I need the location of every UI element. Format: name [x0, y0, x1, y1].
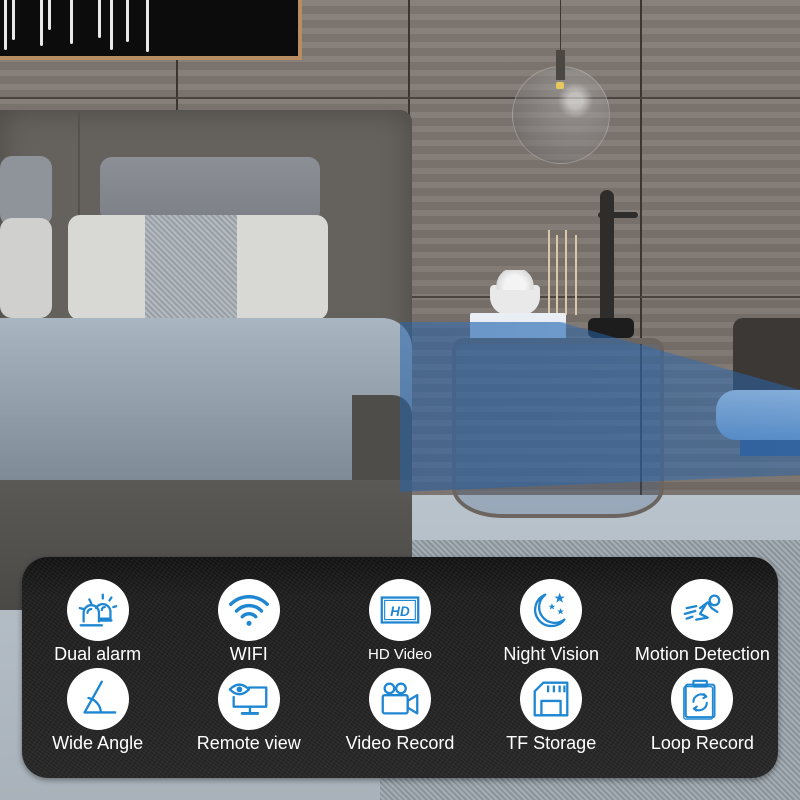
feature-loop-record: Loop Record [627, 667, 778, 779]
hd-icon-text: HD [390, 604, 410, 619]
feature-dual-alarm: Dual alarm [22, 557, 173, 668]
feature-label: Remote view [196, 732, 301, 753]
feature-icon-circle [368, 667, 431, 730]
feature-icon-circle [671, 579, 734, 641]
mattress [0, 318, 412, 488]
pendant-lamp-globe [512, 66, 610, 164]
pillow [0, 156, 52, 226]
hd-video-icon: HD [380, 596, 420, 624]
feature-label: Night Vision [503, 644, 600, 664]
feature-label: Video Record [345, 732, 455, 753]
succulent-plant [494, 270, 536, 290]
feature-wifi: WIFI [173, 557, 324, 668]
video-record-camera-icon [381, 682, 419, 715]
feature-icon-circle [520, 667, 583, 730]
diffuser-reed [556, 235, 558, 315]
feature-label: Dual alarm [54, 644, 142, 664]
pillow [100, 157, 320, 223]
night-vision-moon-icon [534, 592, 566, 628]
feature-label: WIFI [229, 644, 268, 664]
feature-remote-view: Remote view [173, 667, 324, 779]
feature-icon-circle [66, 667, 129, 730]
feature-label: TF Storage [506, 732, 597, 753]
feature-label: Wide Angle [52, 732, 144, 753]
feature-label: Motion Detection [634, 644, 770, 664]
feature-icon-circle [217, 579, 280, 641]
feature-video-record: Video Record [324, 667, 475, 779]
loop-record-clipboard-icon [683, 679, 716, 720]
wide-angle-icon [83, 680, 116, 714]
diffuser-reed [548, 230, 550, 315]
feature-label: HD Video [368, 646, 432, 663]
dual-alarm-siren-icon [78, 593, 117, 627]
feature-wide-angle: Wide Angle [22, 667, 173, 779]
feature-label: Loop Record [650, 732, 754, 753]
motion-detection-runner-icon [683, 594, 721, 621]
feature-icon-circle [217, 667, 280, 730]
wifi-icon [228, 595, 269, 626]
feature-icon-circle [671, 667, 734, 730]
feature-night-vision: Night Vision [476, 557, 627, 668]
feature-tf-storage: TF Storage [476, 667, 627, 779]
figurine [600, 190, 614, 330]
pendant-lamp-cord [560, 0, 561, 52]
diffuser-reed [565, 230, 567, 315]
feature-icon-circle [520, 579, 583, 641]
remote-view-monitor-eye-icon [228, 682, 268, 715]
wall-painting [0, 0, 302, 60]
pillow-pattern-band [145, 215, 237, 320]
feature-icon-circle: HD [368, 579, 431, 641]
wall-seam [0, 97, 800, 99]
diffuser-reed [575, 235, 577, 315]
feature-motion-detection: Motion Detection [627, 557, 778, 668]
feature-grid: Dual alarm WIFI HD HD Video Night Vision… [22, 557, 778, 778]
tf-storage-card-icon [533, 681, 569, 716]
pendant-lamp-bulb [556, 82, 564, 89]
pendant-lamp-cap [556, 50, 565, 80]
feature-icon-circle [66, 579, 129, 641]
pillow [0, 218, 52, 318]
feature-hd-video: HD HD Video [324, 557, 475, 668]
figurine-arm [598, 212, 638, 218]
